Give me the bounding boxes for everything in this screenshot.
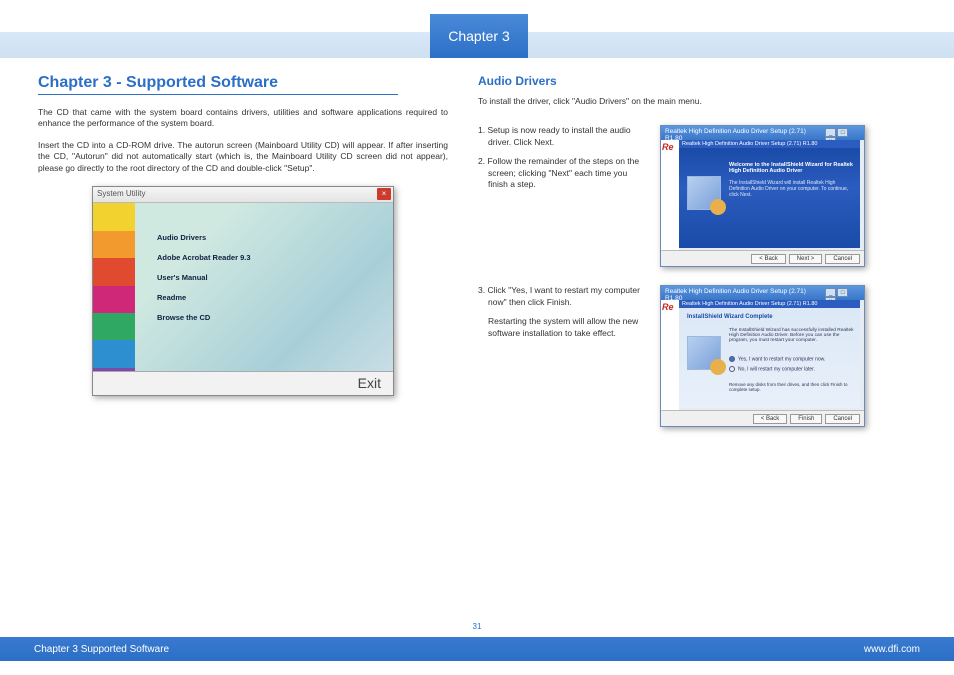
installer1-titlebar: Realtek High Definition Audio Driver Set… [661,126,864,140]
realtek-logo: Re [661,140,679,250]
maximize-icon[interactable]: □ [837,128,848,137]
installer2-body-text: The InstallShield Wizard has successfull… [729,328,854,343]
menu-item-audio-drivers[interactable]: Audio Drivers [157,233,251,242]
stripe [93,231,135,258]
installer-window-1: Realtek High Definition Audio Driver Set… [660,125,865,267]
page-number: 31 [0,622,954,631]
menu-item-manual[interactable]: User's Manual [157,273,251,282]
installer1-buttons: < Back Next > Cancel [661,250,864,266]
installer2-note: Remove any disks from their drives, and … [729,382,860,392]
installer-window-2: Realtek High Definition Audio Driver Set… [660,285,865,427]
installer2-title-text: Realtek High Definition Audio Driver Set… [665,288,824,298]
cancel-button[interactable]: Cancel [825,254,860,264]
system-utility-titlebar: System Utility × [93,187,393,203]
system-utility-menu: Audio Drivers Adobe Acrobat Reader 9.3 U… [135,203,251,395]
radio-label: Yes, I want to restart my computer now. [738,357,825,363]
minimize-icon[interactable]: _ [825,288,836,297]
menu-item-acrobat[interactable]: Adobe Acrobat Reader 9.3 [157,253,251,262]
close-icon[interactable]: × [377,188,391,200]
step-row-2: 3. Click "Yes, I want to restart my comp… [478,285,916,427]
back-button[interactable]: < Back [753,414,788,424]
box-icon [687,336,721,370]
installer2-heading: InstallShield Wizard Complete [687,314,773,320]
color-strip [93,203,135,395]
radio-dot-icon [729,366,735,372]
installer1-banner: Realtek High Definition Audio Driver Set… [679,140,860,148]
intro-para-1: The CD that came with the system board c… [38,107,448,130]
installer1-title-text: Realtek High Definition Audio Driver Set… [665,128,824,138]
installer1-body-text: The InstallShield Wizard will install Re… [729,180,854,198]
installer1-body: Welcome to the InstallShield Wizard for … [679,148,860,248]
installer2-titlebar: Realtek High Definition Audio Driver Set… [661,286,864,300]
installer2-body: InstallShield Wizard Complete The Instal… [679,308,860,408]
system-utility-body: Audio Drivers Adobe Acrobat Reader 9.3 U… [93,203,393,395]
back-button[interactable]: < Back [751,254,786,264]
stripe [93,340,135,367]
intro-para-2: Insert the CD into a CD-ROM drive. The a… [38,140,448,174]
stripe [93,313,135,340]
installer2-buttons: < Back Finish Cancel [661,410,864,426]
radio-dot-icon [729,356,735,362]
installer1-heading: Welcome to the InstallShield Wizard for … [729,162,854,174]
exit-button[interactable]: Exit [93,371,393,395]
right-column: Audio Drivers To install the driver, cli… [478,74,916,615]
step-row-1: 1. Setup is now ready to install the aud… [478,125,916,267]
next-button[interactable]: Next > [789,254,823,264]
footer-right: www.dfi.com [864,644,920,655]
step-3b: Restarting the system will allow the new… [478,316,648,339]
stripe [93,286,135,313]
menu-item-readme[interactable]: Readme [157,293,251,302]
system-utility-window: System Utility × Audio Drivers [92,186,394,396]
box-icon [687,176,721,210]
step-1: 1. Setup is now ready to install the aud… [478,125,648,148]
maximize-icon[interactable]: □ [837,288,848,297]
document-page: Chapter 3 Chapter 3 - Supported Software… [0,0,954,675]
step-text-block-2: 3. Click "Yes, I want to restart my comp… [478,285,648,427]
content-area: Chapter 3 - Supported Software The CD th… [38,74,916,615]
stripe [93,258,135,285]
system-utility-title-text: System Utility [97,189,145,198]
realtek-logo: Re [661,300,679,410]
step-2: 2. Follow the remainder of the steps on … [478,156,648,190]
installer2-banner: Realtek High Definition Audio Driver Set… [679,300,860,308]
radio-label: No, I will restart my computer later. [738,367,815,373]
cancel-button[interactable]: Cancel [825,414,860,424]
window-buttons: _□× [824,128,860,138]
audio-intro: To install the driver, click "Audio Driv… [478,96,916,107]
menu-item-browse[interactable]: Browse the CD [157,313,251,322]
left-column: Chapter 3 - Supported Software The CD th… [38,74,478,615]
radio-restart-now[interactable]: Yes, I want to restart my computer now. [729,356,825,362]
step-3: 3. Click "Yes, I want to restart my comp… [478,285,648,308]
minimize-icon[interactable]: _ [825,128,836,137]
stripe [93,203,135,230]
radio-restart-later[interactable]: No, I will restart my computer later. [729,366,815,372]
chapter-tab: Chapter 3 [430,14,528,58]
window-buttons: _□× [824,288,860,298]
footer-left: Chapter 3 Supported Software [34,644,169,655]
footer-band: Chapter 3 Supported Software www.dfi.com [0,637,954,661]
finish-button[interactable]: Finish [790,414,822,424]
audio-drivers-title: Audio Drivers [478,74,916,88]
section-title: Chapter 3 - Supported Software [38,74,398,95]
step-text-block-1: 1. Setup is now ready to install the aud… [478,125,648,267]
